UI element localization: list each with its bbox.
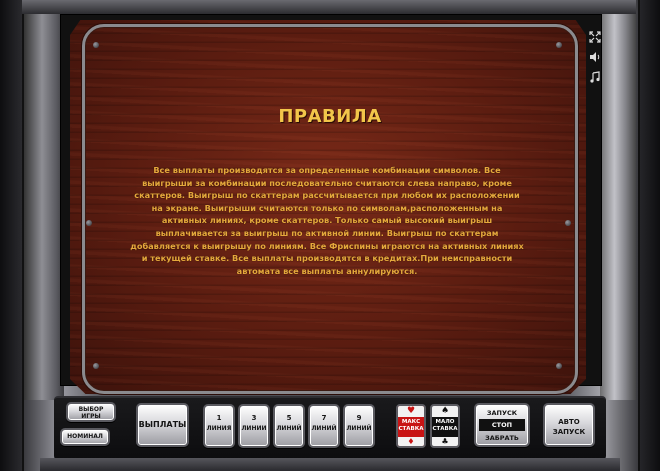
bolt-icon	[556, 42, 562, 48]
cabinet-top	[22, 0, 636, 14]
line-count: 1	[216, 414, 222, 422]
denomination-button[interactable]: НОМИНАЛ	[60, 428, 110, 446]
lines-1-button[interactable]: 1 ЛИНИЯ	[203, 404, 235, 448]
line-count: 3	[251, 414, 257, 422]
min-bet-label: МАЛО СТАВКА	[432, 419, 458, 432]
fullscreen-icon[interactable]	[588, 31, 602, 45]
line-label: ЛИНИЙ	[276, 425, 302, 432]
min-bet-button[interactable]: ♠ МАЛО СТАВКА ♣	[430, 404, 460, 448]
auto-start-label: АВТО ЗАПУСК	[552, 418, 586, 436]
lines-3-button[interactable]: 3 ЛИНИИ	[238, 404, 270, 448]
bolt-icon	[86, 220, 92, 226]
sound-icon[interactable]	[588, 51, 602, 65]
denomination-label: НОМИНАЛ	[67, 433, 103, 440]
bolt-icon	[93, 42, 99, 48]
heart-icon: ♥	[398, 406, 424, 417]
start-label: ЗАПУСК	[486, 409, 518, 417]
start-button[interactable]: ЗАПУСК СТОП ЗАБРАТЬ	[474, 403, 530, 447]
line-label: ЛИНИИ	[241, 425, 267, 432]
take-label: ЗАБРАТЬ	[485, 434, 519, 442]
stop-label: СТОП	[479, 419, 525, 431]
diamond-icon: ♦	[398, 437, 424, 446]
club-icon: ♣	[432, 437, 458, 446]
auto-start-button[interactable]: АВТО ЗАПУСК	[543, 403, 595, 447]
spade-icon: ♠	[432, 406, 458, 417]
cabinet-left-edge	[0, 0, 22, 471]
rules-title: ПРАВИЛА	[278, 106, 382, 127]
line-label: ЛИНИЯ	[206, 425, 232, 432]
lines-7-button[interactable]: 7 ЛИНИЙ	[308, 404, 340, 448]
line-count: 7	[321, 414, 327, 422]
panel-base	[40, 458, 620, 471]
lines-9-button[interactable]: 9 ЛИНИЙ	[343, 404, 375, 448]
max-bet-button[interactable]: ♥ МАКС СТАВКА ♦	[396, 404, 426, 448]
payouts-label: ВЫПЛАТЫ	[138, 420, 187, 429]
cabinet-left-pillar	[24, 0, 64, 400]
line-count: 5	[286, 414, 292, 422]
select-game-label: ВЫБОР ИГРЫ	[78, 406, 104, 420]
bolt-icon	[556, 363, 562, 369]
line-label: ЛИНИЙ	[311, 425, 337, 432]
lines-5-button[interactable]: 5 ЛИНИЙ	[273, 404, 305, 448]
bolt-icon	[565, 220, 571, 226]
line-count: 9	[356, 414, 362, 422]
max-bet-label: МАКС СТАВКА	[398, 419, 424, 432]
payouts-button[interactable]: ВЫПЛАТЫ	[136, 403, 189, 447]
line-label: ЛИНИЙ	[346, 425, 372, 432]
music-icon[interactable]	[588, 71, 602, 85]
cabinet-right-pillar	[600, 0, 636, 400]
rules-text: Все выплаты производятся за определенные…	[130, 165, 524, 276]
bolt-icon	[93, 363, 99, 369]
select-game-button[interactable]: ВЫБОР ИГРЫ	[66, 402, 116, 422]
